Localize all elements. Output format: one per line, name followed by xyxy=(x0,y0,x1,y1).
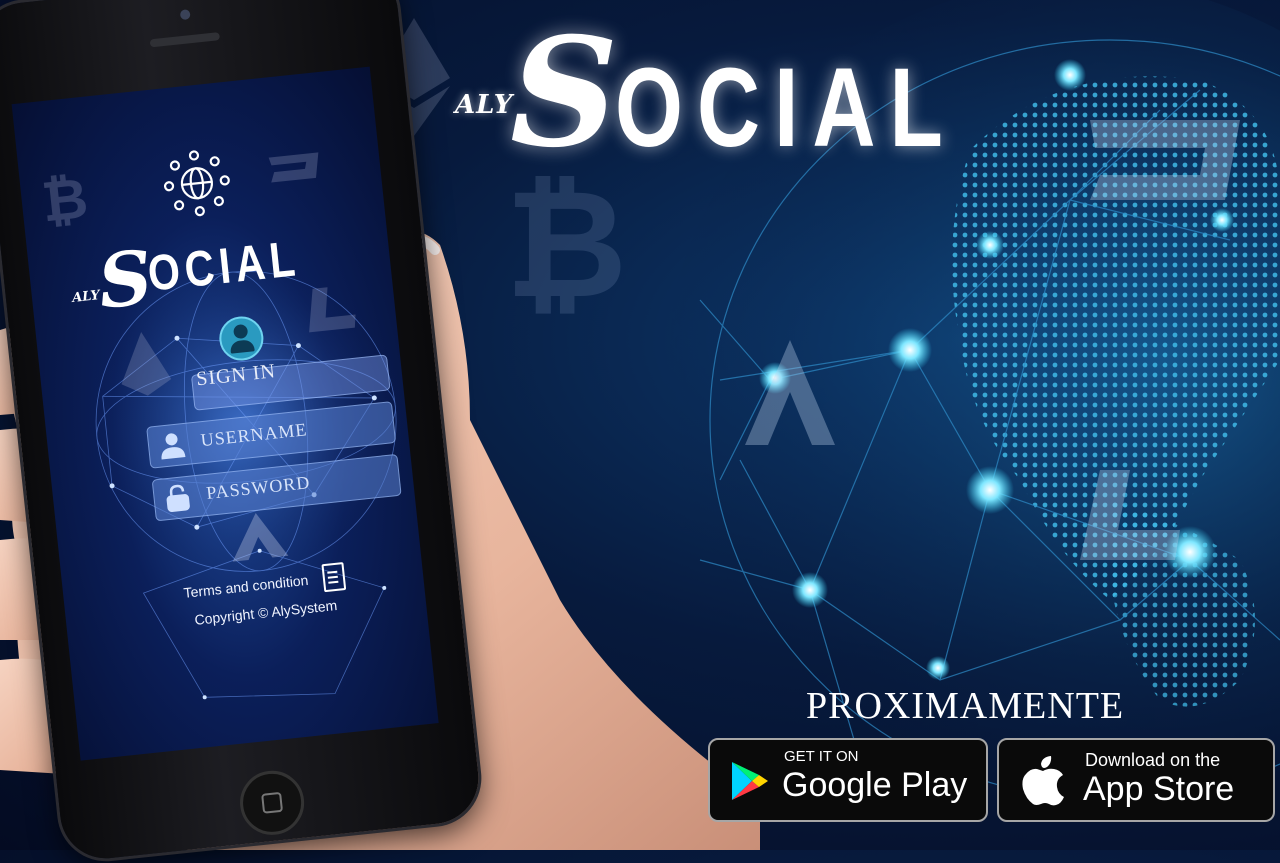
user-icon xyxy=(158,430,187,461)
google-play-badge[interactable]: GET IT ON Google Play xyxy=(708,738,988,822)
document-icon xyxy=(321,562,347,593)
lock-icon xyxy=(163,483,192,514)
phone-mockup: ₿ ALY S OCIAL SIGN IN USERNAME PASSWORD … xyxy=(0,0,521,863)
aly-mark-icon xyxy=(226,508,291,564)
globe-network-icon xyxy=(157,144,236,223)
screen-logo-prefix: ALY xyxy=(71,288,101,306)
svg-text:₿: ₿ xyxy=(39,166,91,235)
screen-logo-wordmark: OCIAL xyxy=(145,230,303,302)
password-placeholder: PASSWORD xyxy=(205,472,312,503)
google-play-small: GET IT ON xyxy=(784,748,859,765)
app-store-large: App Store xyxy=(1083,770,1235,808)
phone-screen: ₿ ALY S OCIAL SIGN IN USERNAME PASSWORD … xyxy=(11,66,439,761)
app-store-badge[interactable]: Download on the App Store xyxy=(997,738,1275,822)
coming-soon-text: PROXIMAMENTE xyxy=(806,685,1125,727)
username-placeholder: USERNAME xyxy=(199,419,309,451)
google-play-large: Google Play xyxy=(782,766,968,804)
google-play-icon xyxy=(730,760,770,806)
app-store-small: Download on the xyxy=(1085,750,1221,770)
apple-icon xyxy=(1021,754,1065,810)
